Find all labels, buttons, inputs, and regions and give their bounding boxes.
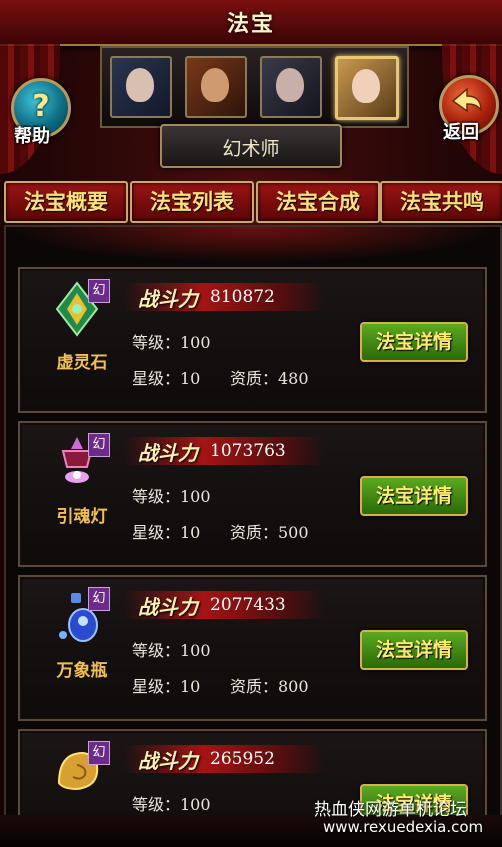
page-title: 法宝 xyxy=(226,12,275,37)
tab-synthesis[interactable]: 法宝合成 xyxy=(256,181,380,223)
power-label: 战斗力 xyxy=(138,595,198,619)
character-portrait-1[interactable] xyxy=(110,56,172,118)
treasure-screen: 法宝 ? 帮助 返回 幻术师 法宝概要 法宝列表 法宝合成 法宝共鸣 幻 虚灵石… xyxy=(0,0,502,847)
character-select-bar xyxy=(100,46,409,128)
tab-list[interactable]: 法宝列表 xyxy=(130,181,254,223)
question-icon: ? xyxy=(32,89,50,124)
help-label: 帮助 xyxy=(14,126,50,147)
power-label: 战斗力 xyxy=(138,287,198,311)
treasure-card: 幻 引魂灯 战斗力 1073763 等级：100 星级：10 资质：500 法宝… xyxy=(18,421,487,567)
item-name: 万象瓶 xyxy=(56,661,108,681)
treasure-card: 幻 虚灵石 战斗力 810872 等级：100 星级：10 资质：480 法宝详… xyxy=(18,267,487,413)
treasure-detail-button[interactable]: 法宝详情 xyxy=(360,630,468,670)
treasure-list-panel[interactable]: 幻 虚灵石 战斗力 810872 等级：100 星级：10 资质：480 法宝详… xyxy=(4,225,502,819)
power-label: 战斗力 xyxy=(138,749,198,773)
class-name-box: 幻术师 xyxy=(160,124,342,168)
level-text: 等级：100 xyxy=(132,795,211,814)
power-label: 战斗力 xyxy=(138,441,198,465)
tab-overview[interactable]: 法宝概要 xyxy=(4,181,128,223)
treasure-detail-button[interactable]: 法宝详情 xyxy=(360,322,468,362)
item-name: 引魂灯 xyxy=(56,507,108,527)
back-label: 返回 xyxy=(443,122,479,143)
quality-text: 资质：800 xyxy=(230,677,309,696)
star-text: 星级：10 xyxy=(132,369,201,388)
power-value: 1073763 xyxy=(210,441,286,461)
watermark-url: www.rexuedexia.com xyxy=(323,818,484,836)
treasure-detail-button[interactable]: 法宝详情 xyxy=(360,476,468,516)
title-bar: 法宝 xyxy=(0,0,502,46)
item-name: 虚灵石 xyxy=(56,353,108,373)
quality-text: 资质：500 xyxy=(230,523,309,542)
level-text: 等级：100 xyxy=(132,333,211,352)
level-text: 等级：100 xyxy=(132,487,211,506)
power-value: 2077433 xyxy=(210,595,286,615)
star-text: 星级：10 xyxy=(132,677,201,696)
illusion-badge: 幻 xyxy=(88,433,110,457)
star-text: 星级：10 xyxy=(132,523,201,542)
watermark-text: 热血侠网游单机论坛 xyxy=(314,800,467,820)
illusion-badge: 幻 xyxy=(88,741,110,765)
character-portrait-2[interactable] xyxy=(185,56,247,118)
treasure-card: 幻 万象瓶 战斗力 2077433 等级：100 星级：10 资质：800 法宝… xyxy=(18,575,487,721)
power-value: 265952 xyxy=(210,749,275,769)
class-label: 幻术师 xyxy=(222,138,280,160)
level-text: 等级：100 xyxy=(132,641,211,660)
illusion-badge: 幻 xyxy=(88,279,110,303)
character-portrait-3[interactable] xyxy=(260,56,322,118)
panel-ornament xyxy=(6,227,500,263)
illusion-badge: 幻 xyxy=(88,587,110,611)
quality-text: 资质：480 xyxy=(230,369,309,388)
character-portrait-4-selected[interactable] xyxy=(335,56,399,120)
power-value: 810872 xyxy=(210,287,275,307)
tab-resonance[interactable]: 法宝共鸣 xyxy=(380,181,502,223)
